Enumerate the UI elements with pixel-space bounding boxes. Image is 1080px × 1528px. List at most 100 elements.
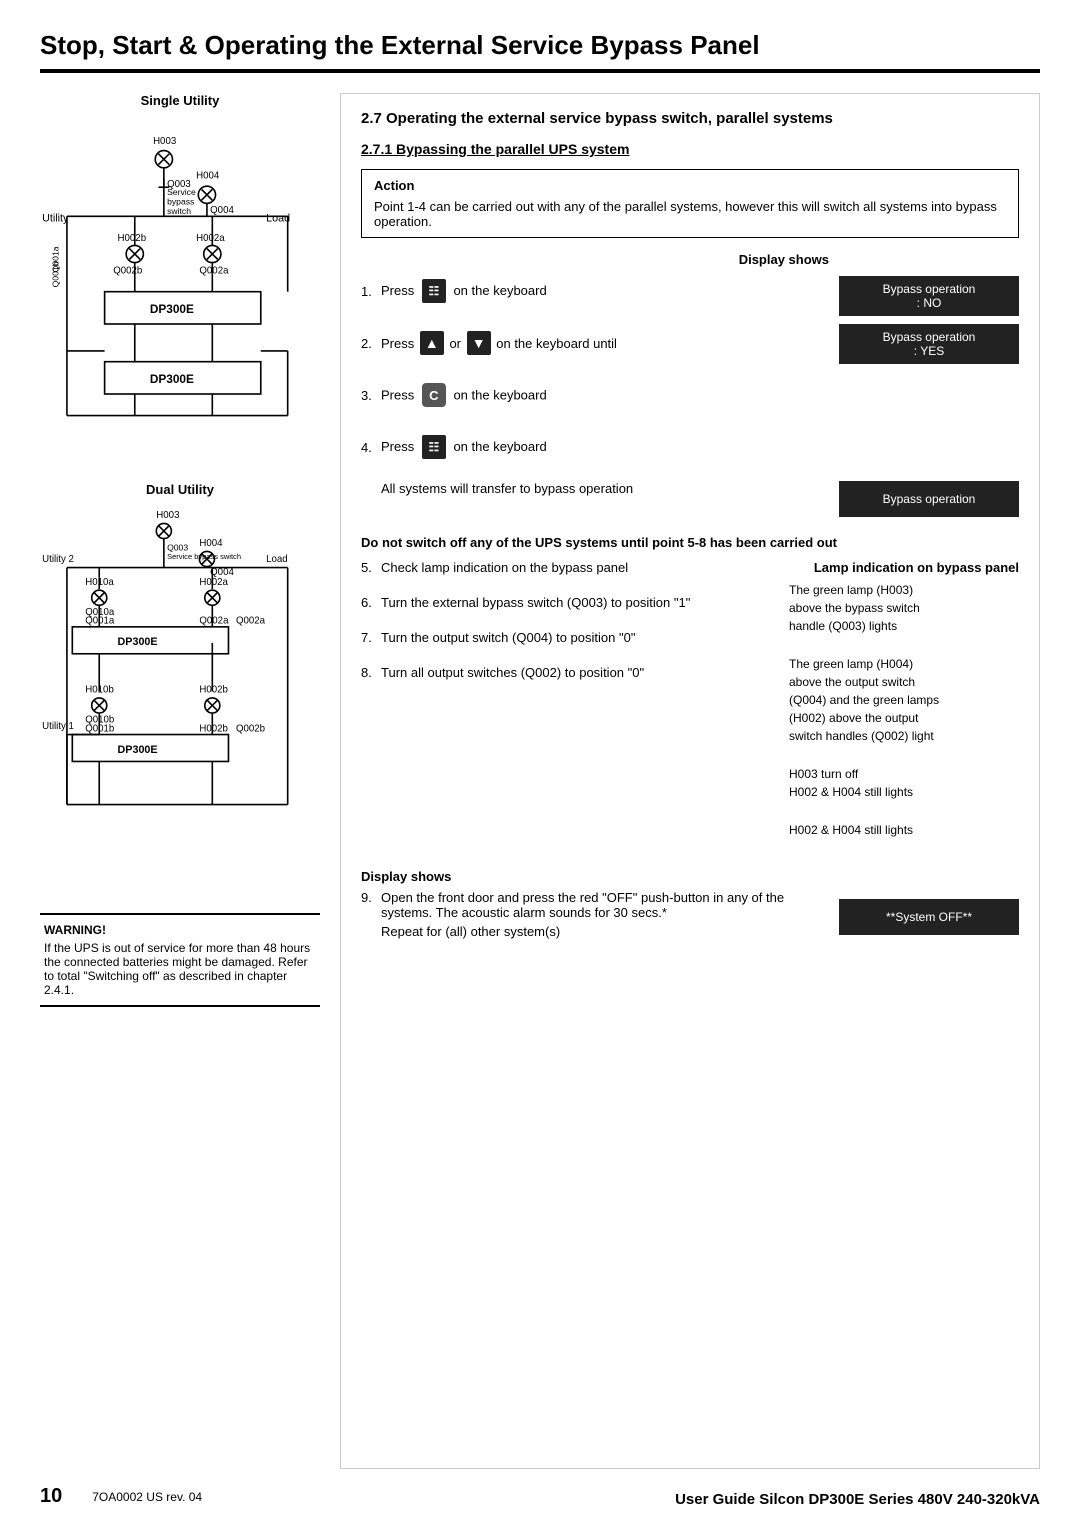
step-2-num: 2. xyxy=(361,336,381,351)
display-shows-bottom: Display shows 9. Open the front door and… xyxy=(361,869,1019,945)
step-1: 1. Press ☷ on the keyboard xyxy=(361,273,829,309)
display-shows-label-top: Display shows xyxy=(361,252,829,267)
svg-text:H002b: H002b xyxy=(199,723,228,734)
svg-text:H003: H003 xyxy=(153,136,176,147)
arrow-up-icon: ▲ xyxy=(420,331,444,355)
step-3-text: Press C on the keyboard xyxy=(381,383,829,407)
svg-text:Q002a: Q002a xyxy=(236,615,266,626)
step-9-text: Open the front door and press the red "O… xyxy=(381,890,829,920)
step-9-repeat: Repeat for (all) other system(s) xyxy=(381,924,829,939)
svg-text:H002a: H002a xyxy=(199,576,228,587)
bypass-operation-box: Bypass operation xyxy=(839,481,1019,517)
left-column: Single Utility Utility Load H003 Q003 xyxy=(40,93,320,1469)
menu-icon-1: ☷ xyxy=(422,279,446,303)
svg-text:DP300E: DP300E xyxy=(150,302,194,316)
step-3-num: 3. xyxy=(361,388,381,403)
right-column: 2.7 Operating the external service bypas… xyxy=(340,93,1040,1469)
step-4-num: 4. xyxy=(361,440,381,455)
svg-text:H004: H004 xyxy=(196,171,220,182)
lamp-desc-8: H002 & H004 still lights xyxy=(789,821,1019,839)
step-2: 2. Press ▲ or ▼ on the keyboard until xyxy=(361,325,829,361)
svg-text:Q001b: Q001b xyxy=(85,723,114,734)
step-6-num: 6. xyxy=(361,595,381,610)
lamp-indication-label: Lamp indication on bypass panel xyxy=(789,560,1019,575)
display-shows-left: Display shows 9. Open the front door and… xyxy=(361,869,829,945)
lamp-desc-6: The green lamp (H004)above the output sw… xyxy=(789,655,1019,745)
section-2-7: 2.7 Operating the external service bypas… xyxy=(361,110,1019,127)
warning-box: WARNING! If the UPS is out of service fo… xyxy=(40,913,320,1007)
svg-text:Load: Load xyxy=(266,213,290,225)
svg-text:H010b: H010b xyxy=(85,684,114,695)
steps-display-area: Display shows 1. Press ☷ on the keyboard… xyxy=(361,252,1019,481)
display-shows-bottom-label: Display shows xyxy=(361,869,829,884)
svg-text:Q002b: Q002b xyxy=(113,265,142,276)
svg-text:Q003: Q003 xyxy=(167,542,188,552)
page-title: Stop, Start & Operating the External Ser… xyxy=(40,30,1040,61)
display-col: Bypass operation: NO Bypass operation: Y… xyxy=(839,252,1019,481)
bypass-no-display: Bypass operation: NO xyxy=(839,276,1019,316)
svg-text:Q002b: Q002b xyxy=(236,723,265,734)
svg-text:Q002a: Q002a xyxy=(199,265,229,276)
svg-text:Utility: Utility xyxy=(42,213,69,225)
action-box: Action Point 1-4 can be carried out with… xyxy=(361,169,1019,238)
step-5-text: Check lamp indication on the bypass pane… xyxy=(381,560,779,575)
title-rule xyxy=(40,69,1040,73)
step-6-text: Turn the external bypass switch (Q003) t… xyxy=(381,595,779,610)
svg-text:Load: Load xyxy=(266,554,288,565)
warning-text: If the UPS is out of service for more th… xyxy=(44,941,316,997)
action-text: Point 1-4 can be carried out with any of… xyxy=(374,199,1006,229)
single-utility-label: Single Utility xyxy=(40,93,320,108)
svg-text:Q002a: Q002a xyxy=(199,615,229,626)
step-4-all-text: All systems will transfer to bypass oper… xyxy=(361,481,829,525)
step-7-text: Turn the output switch (Q004) to positio… xyxy=(381,630,779,645)
step-3: 3. Press C on the keyboard xyxy=(361,377,829,413)
footer: 10 7OA0002 US rev. 04 User Guide Silcon … xyxy=(40,1485,1040,1508)
step-9-text-block: Open the front door and press the red "O… xyxy=(381,890,829,939)
dual-utility-label: Dual Utility xyxy=(40,482,320,497)
step-4: 4. Press ☷ on the keyboard xyxy=(361,429,829,465)
svg-text:H004: H004 xyxy=(199,538,223,549)
svg-text:Q004: Q004 xyxy=(210,205,234,216)
footer-doc: 7OA0002 US rev. 04 xyxy=(92,1490,202,1504)
svg-text:H003: H003 xyxy=(156,510,179,521)
footer-page-num: 10 xyxy=(40,1485,62,1508)
svg-text:Q001a: Q001a xyxy=(50,246,60,272)
svg-text:DP300E: DP300E xyxy=(118,636,158,648)
arrow-down-icon: ▼ xyxy=(467,331,491,355)
step-1-num: 1. xyxy=(361,284,381,299)
bypass-yes-text: Bypass operation: YES xyxy=(883,330,976,358)
step-2-text: Press ▲ or ▼ on the keyboard until xyxy=(381,331,829,355)
lamp-steps-col: 5. Check lamp indication on the bypass p… xyxy=(361,560,779,859)
bypass-yes-display: Bypass operation: YES xyxy=(839,324,1019,364)
svg-text:H002a: H002a xyxy=(196,233,225,244)
svg-text:H002b: H002b xyxy=(118,233,147,244)
section-2-7-1-heading: 2.7.1 Bypassing the parallel UPS system xyxy=(361,141,1019,157)
step-7-num: 7. xyxy=(361,630,381,645)
svg-text:bypass: bypass xyxy=(167,196,194,206)
svg-text:H002b: H002b xyxy=(199,684,228,695)
step-4-all-systems: All systems will transfer to bypass oper… xyxy=(361,481,1019,525)
lamp-desc-5: The green lamp (H003)above the bypass sw… xyxy=(789,581,1019,635)
svg-text:DP300E: DP300E xyxy=(118,743,158,755)
lamp-desc-7: H003 turn offH002 & H004 still lights xyxy=(789,765,1019,801)
footer-right: User Guide Silcon DP300E Series 480V 240… xyxy=(675,1491,1040,1508)
svg-text:DP300E: DP300E xyxy=(150,372,194,386)
bypass-operation-display: Bypass operation xyxy=(839,481,1019,525)
step-9-num: 9. xyxy=(361,890,381,905)
lamp-steps-area: 5. Check lamp indication on the bypass p… xyxy=(361,560,1019,859)
dual-utility-svg: Utility 2 Load Utility 1 H003 Q003 Servi… xyxy=(40,503,320,891)
bypass-no-text: Bypass operation: NO xyxy=(883,282,976,310)
svg-text:Service: Service xyxy=(167,187,196,197)
menu-icon-2: ☷ xyxy=(422,435,446,459)
svg-text:switch: switch xyxy=(167,206,191,216)
main-content: Single Utility Utility Load H003 Q003 xyxy=(40,93,1040,1469)
system-off-display: **System OFF** xyxy=(839,899,1019,935)
lamp-display-col: Lamp indication on bypass panel The gree… xyxy=(789,560,1019,859)
step-8-num: 8. xyxy=(361,665,381,680)
bold-warning: Do not switch off any of the UPS systems… xyxy=(361,535,1019,550)
step-7: 7. Turn the output switch (Q004) to posi… xyxy=(361,630,779,645)
step-5-num: 5. xyxy=(361,560,381,575)
section-2-7-1: 2.7.1 Bypassing the parallel UPS system xyxy=(361,141,1019,157)
single-utility-svg: Utility Load H003 Q003 xyxy=(40,114,320,459)
steps-1-4-col: Display shows 1. Press ☷ on the keyboard… xyxy=(361,252,829,481)
